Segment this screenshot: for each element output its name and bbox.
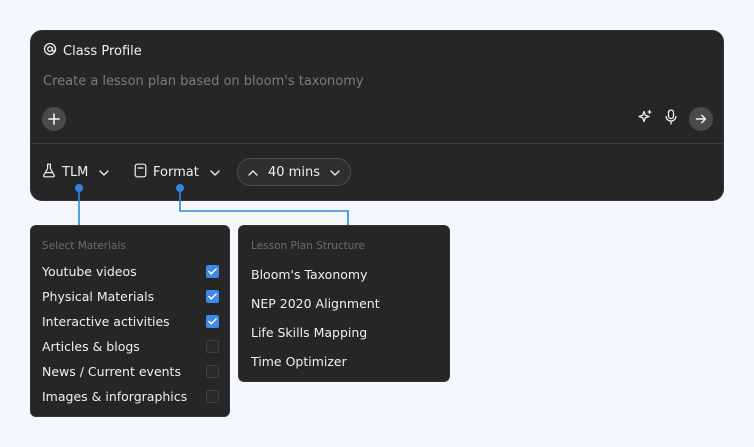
material-option-images[interactable]: Images & inforgraphics xyxy=(42,386,219,406)
tlm-dropdown[interactable]: TLM xyxy=(42,158,110,186)
material-option-label: Images & inforgraphics xyxy=(42,388,188,404)
tlm-label: TLM xyxy=(62,164,89,180)
material-option-label: Physical Materials xyxy=(42,288,155,304)
format-dropdown[interactable]: Format xyxy=(134,158,220,186)
material-option-label: News / Current events xyxy=(42,363,181,379)
duration-selector[interactable]: 40 mins xyxy=(237,158,351,186)
format-panel-title: Lesson Plan Structure xyxy=(251,240,366,252)
class-profile-selector[interactable]: Class Profile xyxy=(43,42,142,60)
format-option-life-skills[interactable]: Life Skills Mapping xyxy=(251,325,367,340)
composer-divider xyxy=(31,143,723,144)
send-button[interactable] xyxy=(689,107,713,131)
checkbox-checked[interactable] xyxy=(206,289,219,303)
sparkle-button[interactable] xyxy=(635,109,655,129)
plus-icon xyxy=(48,110,60,129)
class-profile-label: Class Profile xyxy=(63,43,142,59)
prompt-input[interactable]: Create a lesson plan based on bloom's ta… xyxy=(43,74,364,89)
chevron-down-icon xyxy=(99,165,110,180)
material-option-label: Articles & blogs xyxy=(42,338,140,354)
chevron-up-icon xyxy=(248,165,258,180)
material-option-youtube[interactable]: Youtube videos xyxy=(42,261,219,281)
material-option-news[interactable]: News / Current events xyxy=(42,361,219,381)
arrow-right-icon xyxy=(695,110,707,129)
mic-button[interactable] xyxy=(661,109,681,129)
material-option-interactive[interactable]: Interactive activities xyxy=(42,311,219,331)
add-button[interactable] xyxy=(42,107,66,131)
format-option-time-optimizer[interactable]: Time Optimizer xyxy=(251,354,347,369)
sparkle-icon xyxy=(637,109,653,129)
format-panel: Lesson Plan Structure Bloom's Taxonomy N… xyxy=(238,225,450,382)
material-option-label: Youtube videos xyxy=(42,263,137,279)
materials-panel: Select Materials Youtube videos Physical… xyxy=(30,225,230,417)
checkbox-unchecked[interactable] xyxy=(206,364,219,378)
checkbox-checked[interactable] xyxy=(206,314,219,328)
mic-icon xyxy=(664,109,678,129)
at-icon xyxy=(43,42,57,60)
material-option-physical[interactable]: Physical Materials xyxy=(42,286,219,306)
chevron-down-icon xyxy=(210,165,220,180)
materials-panel-title: Select Materials xyxy=(42,240,126,252)
checkbox-unchecked[interactable] xyxy=(206,389,219,403)
duration-label: 40 mins xyxy=(268,164,320,180)
checkbox-checked[interactable] xyxy=(206,264,219,278)
format-option-nep[interactable]: NEP 2020 Alignment xyxy=(251,296,380,311)
material-option-articles[interactable]: Articles & blogs xyxy=(42,336,219,356)
checkbox-unchecked[interactable] xyxy=(206,339,219,353)
format-option-blooms[interactable]: Bloom's Taxonomy xyxy=(251,267,367,282)
prompt-composer: Class Profile Create a lesson plan based… xyxy=(30,30,724,201)
format-label: Format xyxy=(153,164,199,180)
document-icon xyxy=(134,163,147,182)
material-option-label: Interactive activities xyxy=(42,313,170,329)
chevron-down-icon xyxy=(330,165,340,180)
flask-icon xyxy=(42,163,56,182)
